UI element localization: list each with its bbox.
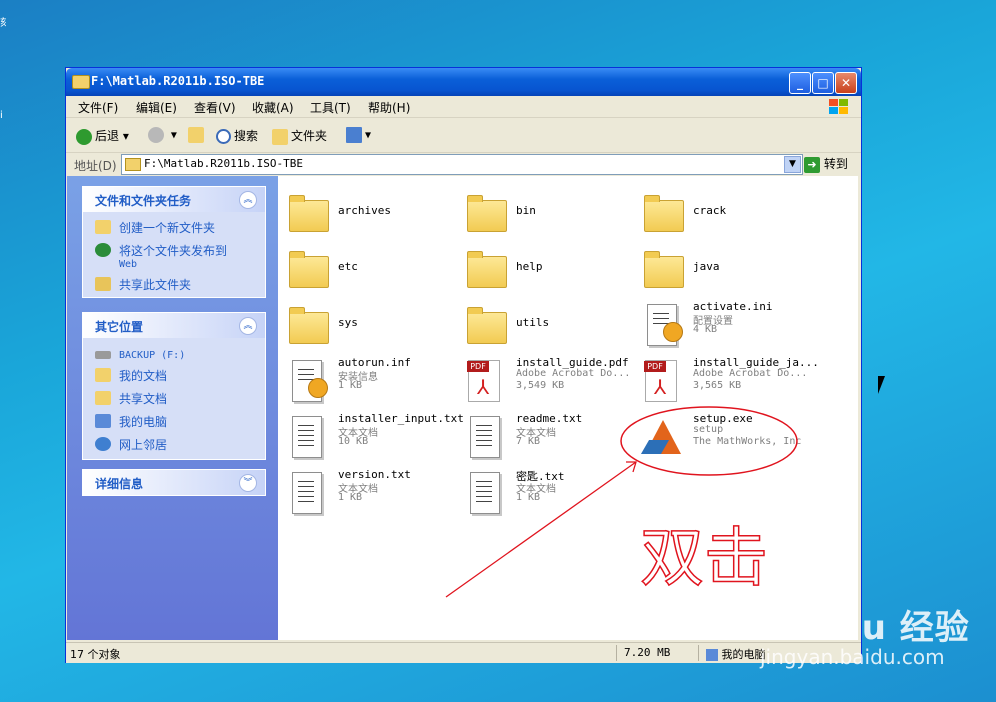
baidu-site: jingyan.baidu.com — [760, 645, 945, 669]
mouse-cursor-icon — [878, 376, 885, 394]
annotation-arrow — [445, 461, 637, 598]
baidu-logo: Bai du 经验 — [760, 608, 970, 648]
annotation-overlay: 双击 — [445, 406, 798, 598]
handwritten-note: 双击 — [640, 522, 768, 596]
baidu-watermark: Bai du 经验 jingyan.baidu.com — [760, 600, 970, 669]
highlight-circle — [620, 406, 798, 476]
